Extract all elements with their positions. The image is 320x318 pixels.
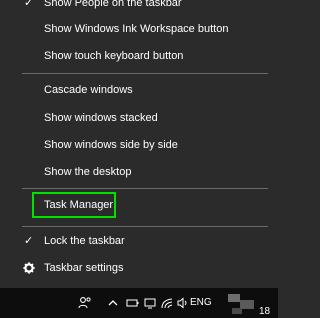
menu-item-label: Show People on the taskbar [44, 0, 182, 9]
menu-item-label: Lock the taskbar [44, 235, 125, 247]
taskbar: ENG 18 [0, 288, 278, 318]
volume-icon[interactable] [176, 296, 190, 310]
menu-item-show-desktop[interactable]: Show the desktop [0, 161, 270, 183]
menu-item-show-people[interactable]: ✓ Show People on the taskbar [0, 0, 270, 14]
checkmark-icon: ✓ [24, 0, 34, 9]
menu-item-label: Show touch keyboard button [44, 50, 184, 62]
menu-separator [22, 188, 268, 189]
chevron-up-icon[interactable] [106, 296, 120, 310]
menu-separator [22, 73, 268, 74]
menu-item-touch-keyboard[interactable]: Show touch keyboard button [0, 45, 270, 67]
menu-item-windows-side-by-side[interactable]: Show windows side by side [0, 134, 270, 156]
language-indicator[interactable]: ENG [190, 297, 212, 308]
menu-item-label: Show windows stacked [44, 112, 158, 124]
wifi-icon[interactable] [160, 296, 174, 310]
menu-item-label: Cascade windows [44, 84, 133, 96]
menu-item-cascade-windows[interactable]: Cascade windows [0, 79, 270, 101]
people-icon[interactable] [78, 296, 92, 310]
checkmark-icon: ✓ [24, 235, 34, 247]
menu-item-lock-taskbar[interactable]: ✓ Lock the taskbar [0, 230, 270, 252]
menu-item-label: Show the desktop [44, 166, 132, 178]
menu-item-windows-stacked[interactable]: Show windows stacked [0, 107, 270, 129]
blurred-clock-block [232, 308, 242, 314]
menu-item-label: Taskbar settings [44, 262, 124, 274]
gear-icon [23, 262, 35, 274]
blurred-clock-block [240, 300, 254, 309]
menu-separator [22, 226, 268, 227]
network-icon[interactable] [143, 296, 157, 310]
menu-item-label: Show Windows Ink Workspace button [44, 23, 229, 35]
menu-item-windows-ink[interactable]: Show Windows Ink Workspace button [0, 18, 270, 40]
task-manager-highlight-box [32, 192, 116, 218]
menu-item-taskbar-settings[interactable]: Taskbar settings [0, 257, 270, 279]
menu-item-label: Show windows side by side [44, 139, 178, 151]
clock-partial[interactable]: 18 [259, 306, 270, 317]
taskbar-context-menu: ✓ Show People on the taskbar Show Window… [0, 0, 278, 288]
battery-icon[interactable] [126, 296, 140, 310]
blurred-clock-block [228, 294, 240, 302]
